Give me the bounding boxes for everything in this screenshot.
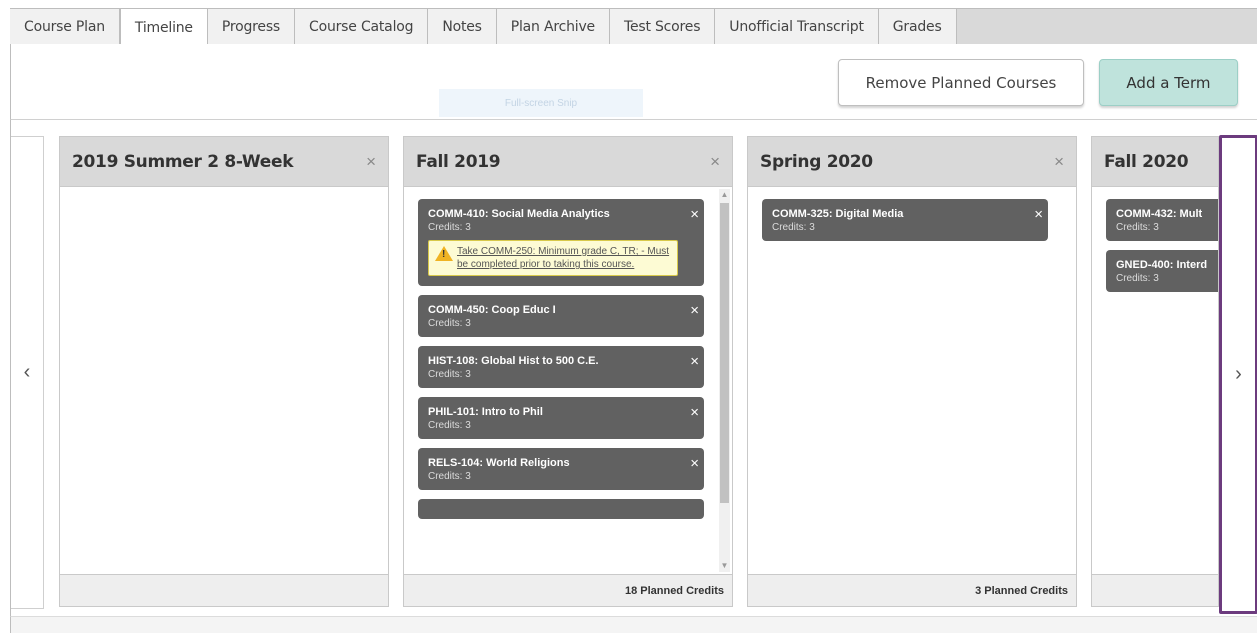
course-credits: Credits: 3 bbox=[1116, 222, 1159, 233]
term-credits-footer: 18 Planned Credits bbox=[404, 574, 732, 606]
course-title: COMM-410: Social Media Analytics bbox=[428, 208, 610, 220]
course-card[interactable]: HIST-108: Global Hist to 500 C.E. Credit… bbox=[418, 346, 704, 388]
course-card[interactable]: COMM-450: Coop Educ I Credits: 3 × bbox=[418, 295, 704, 337]
remove-planned-courses-button[interactable]: Remove Planned Courses bbox=[838, 59, 1084, 106]
close-icon[interactable]: × bbox=[710, 152, 720, 172]
course-title: COMM-432: Mult bbox=[1116, 208, 1203, 220]
term-header: Fall 2019 × bbox=[404, 137, 732, 187]
tab-grades[interactable]: Grades bbox=[878, 9, 957, 45]
course-title: GNED-400: Interd bbox=[1116, 259, 1208, 271]
course-title: HIST-108: Global Hist to 500 C.E. bbox=[428, 355, 599, 367]
course-credits: Credits: 3 bbox=[428, 318, 471, 329]
term-course-list: COMM-410: Social Media Analytics Credits… bbox=[404, 187, 732, 574]
term-scrollbar[interactable]: ▲ ▼ bbox=[719, 189, 730, 572]
scroll-thumb[interactable] bbox=[720, 203, 729, 503]
course-title: PHIL-101: Intro to Phil bbox=[428, 406, 543, 418]
course-card[interactable]: COMM-410: Social Media Analytics Credits… bbox=[418, 199, 704, 286]
tab-test-scores[interactable]: Test Scores bbox=[609, 9, 716, 45]
course-card[interactable]: GNED-400: Interd Credits: 3 bbox=[1106, 250, 1218, 292]
term-credits-footer: 3 Planned Credits bbox=[748, 574, 1076, 606]
course-card[interactable]: COMM-325: Digital Media Credits: 3 × bbox=[762, 199, 1048, 241]
term-credits-footer bbox=[1092, 574, 1218, 606]
course-card[interactable]: COMM-432: Mult Credits: 3 bbox=[1106, 199, 1218, 241]
term-header: Spring 2020 × bbox=[748, 137, 1076, 187]
course-title: RELS-104: World Religions bbox=[428, 457, 570, 469]
term-credits-footer bbox=[60, 574, 388, 606]
timeline-area: ‹ 2019 Summer 2 8-Week × Fall 2019 × COM… bbox=[10, 120, 1257, 616]
tab-progress[interactable]: Progress bbox=[207, 9, 296, 45]
term-header: Fall 2020 bbox=[1092, 137, 1218, 187]
course-credits: Credits: 3 bbox=[428, 471, 471, 482]
tab-bar: Course Plan Timeline Progress Course Cat… bbox=[10, 8, 1257, 47]
close-icon[interactable]: × bbox=[1034, 206, 1043, 223]
course-title: COMM-325: Digital Media bbox=[772, 208, 904, 220]
tab-plan-archive[interactable]: Plan Archive bbox=[496, 9, 610, 45]
course-card[interactable]: RELS-104: World Religions Credits: 3 × bbox=[418, 448, 704, 490]
scroll-down-icon[interactable]: ▼ bbox=[719, 560, 730, 572]
term-column: 2019 Summer 2 8-Week × bbox=[59, 136, 389, 607]
term-title: Spring 2020 bbox=[760, 151, 873, 172]
course-credits: Credits: 3 bbox=[772, 222, 815, 233]
warning-text[interactable]: Take COMM-250: Minimum grade C, TR; - Mu… bbox=[457, 246, 669, 270]
term-course-list: COMM-325: Digital Media Credits: 3 × bbox=[748, 187, 1076, 574]
scroll-up-icon[interactable]: ▲ bbox=[719, 189, 730, 201]
course-credits: Credits: 3 bbox=[428, 369, 471, 380]
course-credits: Credits: 3 bbox=[428, 222, 471, 233]
term-column: Fall 2019 × COMM-410: Social Media Analy… bbox=[403, 136, 733, 607]
course-title: COMM-450: Coop Educ I bbox=[428, 304, 556, 316]
tab-notes[interactable]: Notes bbox=[428, 9, 497, 45]
tab-unofficial-transcript[interactable]: Unofficial Transcript bbox=[715, 9, 879, 45]
tab-course-plan[interactable]: Course Plan bbox=[10, 9, 120, 45]
term-title: 2019 Summer 2 8-Week bbox=[72, 151, 294, 172]
tab-course-catalog[interactable]: Course Catalog bbox=[295, 9, 429, 45]
bottom-strip bbox=[10, 616, 1257, 633]
term-course-list bbox=[60, 187, 388, 574]
close-icon[interactable]: × bbox=[690, 206, 699, 223]
term-course-list: COMM-432: Mult Credits: 3 GNED-400: Inte… bbox=[1092, 187, 1218, 574]
course-credits: Credits: 3 bbox=[1116, 273, 1159, 284]
term-title: Fall 2019 bbox=[416, 151, 501, 172]
tab-timeline[interactable]: Timeline bbox=[119, 9, 208, 47]
close-icon[interactable]: × bbox=[690, 302, 699, 319]
close-icon[interactable]: × bbox=[690, 353, 699, 370]
close-icon[interactable]: × bbox=[366, 152, 376, 172]
snip-overlay: Full-screen Snip bbox=[439, 89, 643, 117]
timeline-toolbar: Full-screen Snip Remove Planned Courses … bbox=[10, 44, 1257, 120]
term-column: Fall 2020 COMM-432: Mult Credits: 3 GNED… bbox=[1091, 136, 1219, 607]
term-column: Spring 2020 × COMM-325: Digital Media Cr… bbox=[747, 136, 1077, 607]
chevron-left-icon[interactable]: ‹ bbox=[11, 136, 44, 609]
close-icon[interactable]: × bbox=[690, 455, 699, 472]
prerequisite-warning[interactable]: ! Take COMM-250: Minimum grade C, TR; - … bbox=[428, 240, 678, 276]
close-icon[interactable]: × bbox=[1054, 152, 1064, 172]
course-card[interactable]: PHIL-101: Intro to Phil Credits: 3 × bbox=[418, 397, 704, 439]
term-title: Fall 2020 bbox=[1104, 151, 1189, 172]
warning-triangle-icon: ! bbox=[435, 246, 453, 261]
term-header: 2019 Summer 2 8-Week × bbox=[60, 137, 388, 187]
chevron-right-icon[interactable]: › bbox=[1219, 135, 1257, 614]
add-term-button[interactable]: Add a Term bbox=[1099, 59, 1238, 106]
course-credits: Credits: 3 bbox=[428, 420, 471, 431]
close-icon[interactable]: × bbox=[690, 404, 699, 421]
course-card[interactable] bbox=[418, 499, 704, 519]
